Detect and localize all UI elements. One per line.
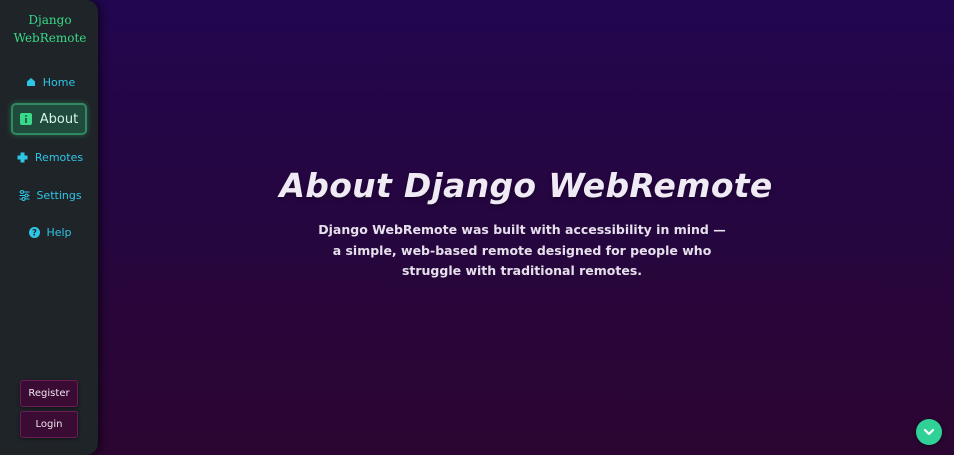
register-button[interactable]: Register xyxy=(20,380,78,407)
brand-logo[interactable]: Django WebRemote xyxy=(0,11,100,47)
brand-line-2: WebRemote xyxy=(13,31,87,45)
brand-line-1: Django xyxy=(28,13,72,27)
sidebar: Django WebRemote Home About Remotes Sett… xyxy=(0,0,98,455)
sidebar-item-label: Help xyxy=(46,225,72,239)
svg-text:?: ? xyxy=(32,228,37,237)
sidebar-item-label: Settings xyxy=(36,188,82,202)
page-title: About Django WebRemote xyxy=(279,166,773,205)
gamepad-icon xyxy=(17,151,29,163)
sidebar-item-label: About xyxy=(39,111,79,127)
sidebar-item-home[interactable]: Home xyxy=(0,75,100,89)
hero-section: About Django WebRemote Django WebRemote … xyxy=(98,0,954,455)
sidebar-item-help[interactable]: ? Help xyxy=(0,225,100,239)
question-circle-icon: ? xyxy=(28,226,40,238)
chevron-down-icon xyxy=(922,425,936,439)
scroll-down-button[interactable] xyxy=(916,419,942,445)
login-button[interactable]: Login xyxy=(20,411,78,438)
app-root: Django WebRemote Home About Remotes Sett… xyxy=(0,0,954,455)
sidebar-item-label: Home xyxy=(42,75,76,89)
about-description: Django WebRemote was built with accessib… xyxy=(318,222,726,278)
house-icon xyxy=(25,76,37,88)
info-icon xyxy=(19,113,32,125)
sidebar-item-settings[interactable]: Settings xyxy=(0,188,100,202)
sidebar-item-about[interactable]: About xyxy=(11,103,87,135)
sliders-icon xyxy=(18,189,30,201)
sidebar-item-remotes[interactable]: Remotes xyxy=(0,150,100,164)
sidebar-item-label: Remotes xyxy=(34,150,84,164)
